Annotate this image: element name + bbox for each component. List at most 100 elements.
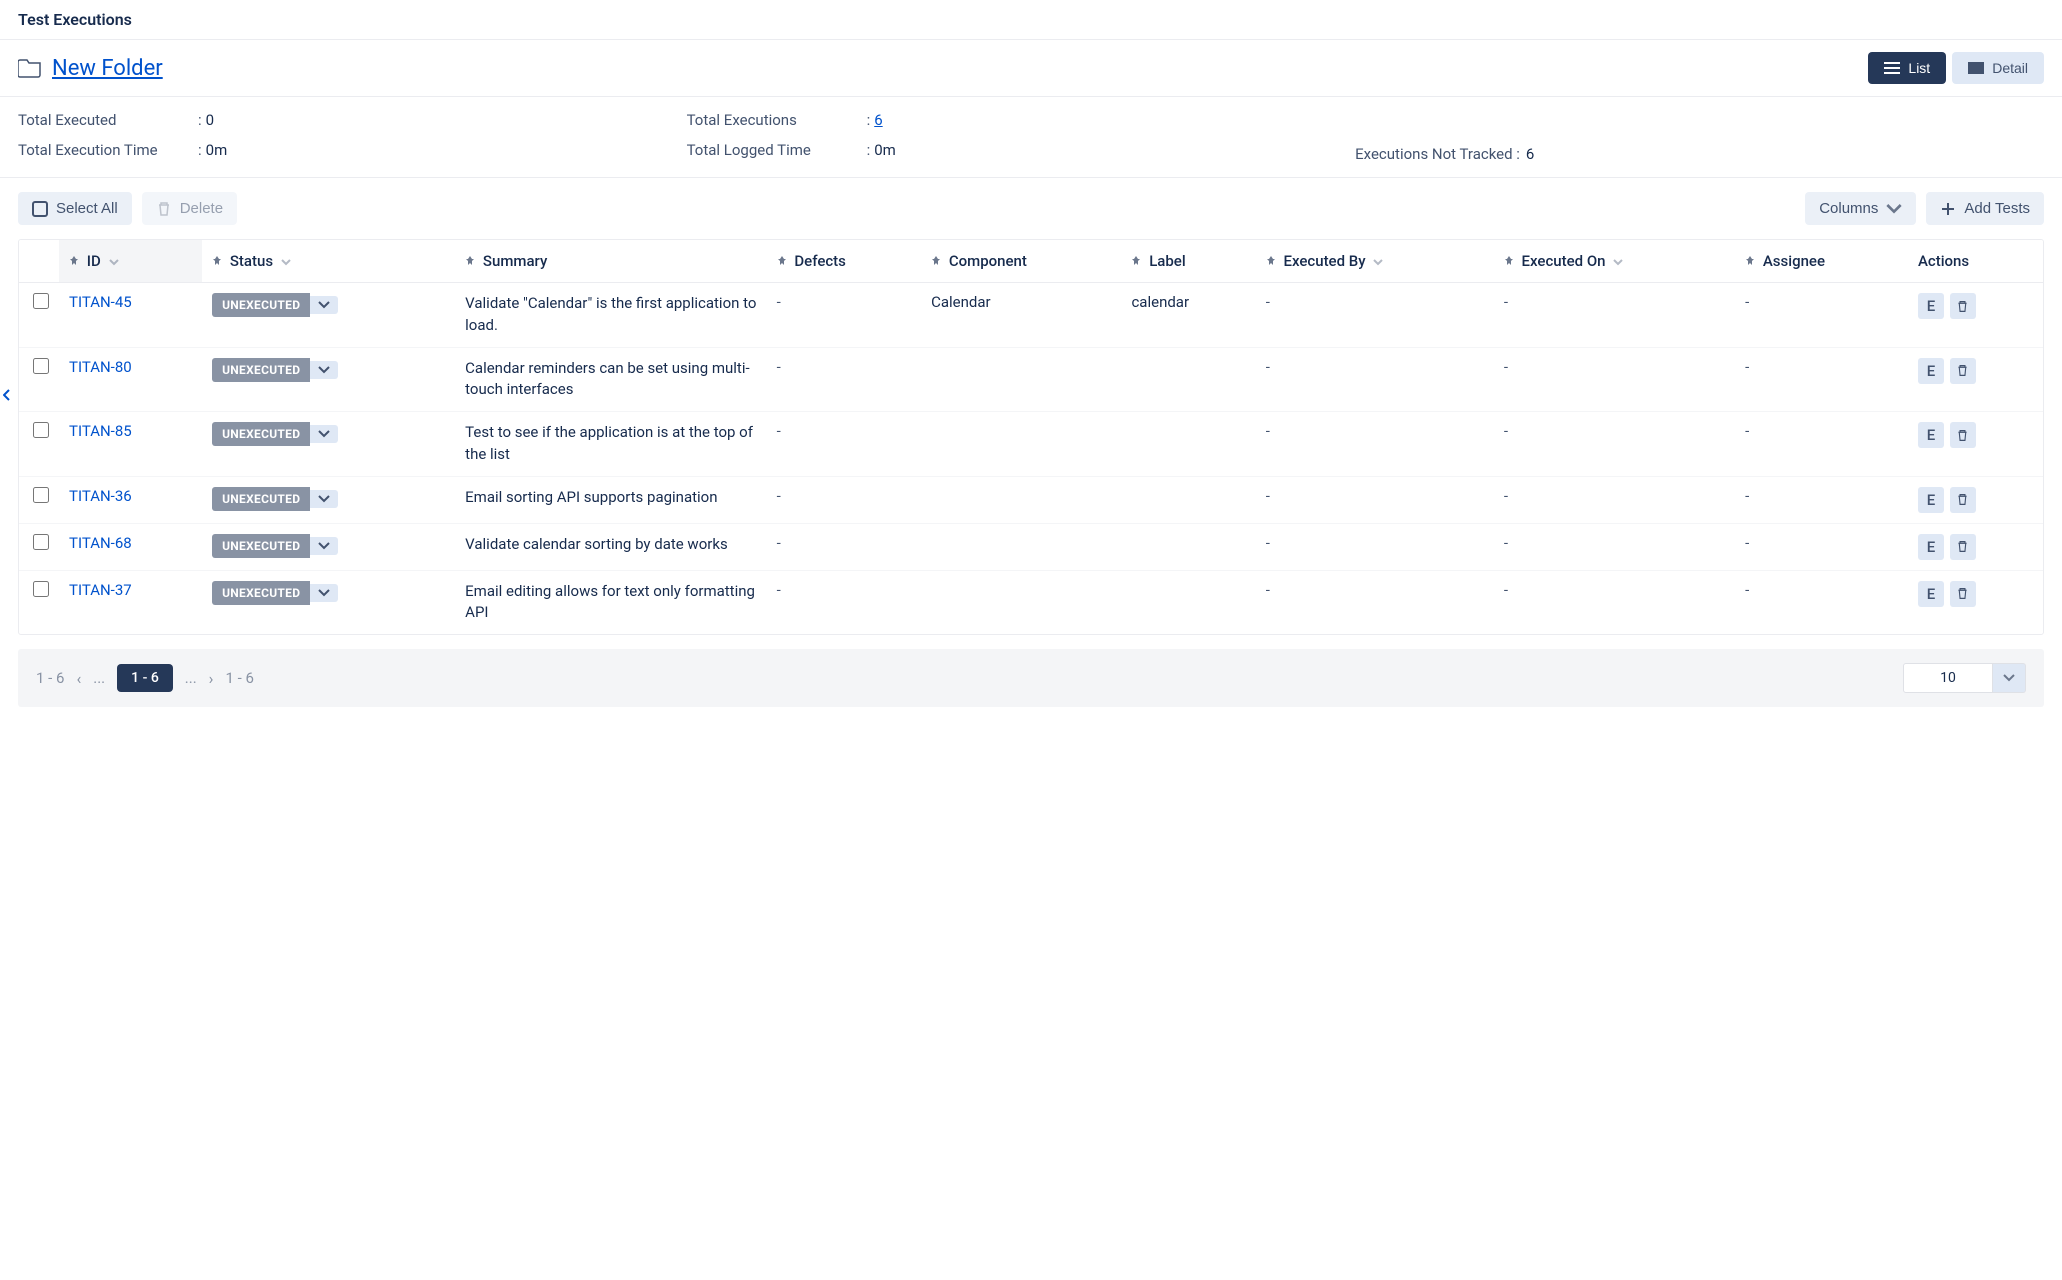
execute-action-button[interactable]: E — [1918, 487, 1944, 513]
test-id-link[interactable]: TITAN-80 — [69, 358, 132, 376]
execute-action-button[interactable]: E — [1918, 534, 1944, 560]
col-header-actions: Actions — [1908, 240, 2043, 283]
stat-label: Total Executed — [18, 111, 198, 129]
pin-icon — [1504, 256, 1514, 266]
delete-row-button[interactable] — [1950, 534, 1976, 560]
component-cell — [921, 570, 1121, 634]
pager-current-page[interactable]: 1 - 6 — [117, 664, 173, 692]
execute-action-button[interactable]: E — [1918, 358, 1944, 384]
select-all-label: Select All — [56, 200, 118, 217]
stat-value: 0 — [206, 111, 214, 129]
delete-row-button[interactable] — [1950, 358, 1976, 384]
col-header-assignee[interactable]: Assignee — [1735, 240, 1908, 283]
chevron-down-icon — [1886, 201, 1902, 217]
table-row: TITAN-36 UNEXECUTED Email sorting API su… — [19, 476, 2043, 523]
list-icon — [1884, 62, 1900, 74]
col-header-status[interactable]: Status — [202, 240, 455, 283]
trash-icon — [1956, 540, 1969, 553]
pager-prev-button[interactable]: ‹ — [76, 669, 81, 688]
status-dropdown[interactable] — [310, 296, 338, 314]
table-row: TITAN-85 UNEXECUTED Test to see if the a… — [19, 412, 2043, 477]
label-cell — [1121, 347, 1255, 412]
table-row: TITAN-80 UNEXECUTED Calendar reminders c… — [19, 347, 2043, 412]
row-checkbox[interactable] — [33, 534, 49, 550]
stat-total-execution-time: Total Execution Time : 0m — [18, 141, 687, 159]
chevron-down-icon — [318, 430, 330, 438]
executed-on-cell: - — [1494, 283, 1735, 348]
execute-action-button[interactable]: E — [1918, 422, 1944, 448]
col-header-summary[interactable]: Summary — [455, 240, 766, 283]
status-dropdown[interactable] — [310, 361, 338, 379]
page-size-value: 10 — [1903, 663, 1993, 693]
detail-view-button[interactable]: Detail — [1952, 52, 2044, 84]
defects-cell: - — [767, 347, 921, 412]
row-checkbox[interactable] — [33, 487, 49, 503]
row-checkbox[interactable] — [33, 581, 49, 597]
checkbox-icon — [32, 201, 48, 217]
col-header-label[interactable]: Label — [1121, 240, 1255, 283]
row-checkbox[interactable] — [33, 293, 49, 309]
trash-icon — [1956, 493, 1969, 506]
executed-on-cell: - — [1494, 523, 1735, 570]
executed-by-cell: - — [1256, 570, 1494, 634]
breadcrumb-folder-link[interactable]: New Folder — [52, 56, 163, 81]
test-id-link[interactable]: TITAN-36 — [69, 487, 132, 505]
trash-icon — [1956, 364, 1969, 377]
col-header-defects[interactable]: Defects — [767, 240, 921, 283]
summary-cell: Email sorting API supports pagination — [455, 476, 766, 523]
assignee-cell: - — [1735, 476, 1908, 523]
summary-cell: Validate calendar sorting by date works — [455, 523, 766, 570]
executed-by-cell: - — [1256, 476, 1494, 523]
test-id-link[interactable]: TITAN-68 — [69, 534, 132, 552]
label-cell: calendar — [1121, 283, 1255, 348]
execute-action-button[interactable]: E — [1918, 293, 1944, 319]
status-dropdown[interactable] — [310, 490, 338, 508]
defects-cell: - — [767, 412, 921, 477]
delete-row-button[interactable] — [1950, 487, 1976, 513]
execute-action-button[interactable]: E — [1918, 581, 1944, 607]
test-id-link[interactable]: TITAN-45 — [69, 293, 132, 311]
delete-row-button[interactable] — [1950, 293, 1976, 319]
test-id-link[interactable]: TITAN-85 — [69, 422, 132, 440]
stat-value: 6 — [1526, 145, 1534, 163]
page-title: Test Executions — [0, 0, 2062, 40]
list-view-button[interactable]: List — [1868, 52, 1946, 84]
row-checkbox[interactable] — [33, 358, 49, 374]
delete-row-button[interactable] — [1950, 581, 1976, 607]
test-id-link[interactable]: TITAN-37 — [69, 581, 132, 599]
collapse-sidebar-button[interactable] — [0, 380, 14, 410]
component-cell: Calendar — [921, 283, 1121, 348]
row-checkbox[interactable] — [33, 422, 49, 438]
summary-cell: Email editing allows for text only forma… — [455, 570, 766, 634]
col-header-executed-by[interactable]: Executed By — [1256, 240, 1494, 283]
status-dropdown[interactable] — [310, 584, 338, 602]
component-cell — [921, 523, 1121, 570]
label-cell — [1121, 523, 1255, 570]
executed-by-cell: - — [1256, 412, 1494, 477]
pager-range-total: 1 - 6 — [36, 669, 64, 687]
table-row: TITAN-68 UNEXECUTED Validate calendar so… — [19, 523, 2043, 570]
delete-button[interactable]: Delete — [142, 192, 237, 225]
detail-icon — [1968, 62, 1984, 74]
page-size-dropdown[interactable] — [1993, 663, 2026, 693]
chevron-down-icon — [2003, 674, 2015, 682]
assignee-cell: - — [1735, 570, 1908, 634]
component-cell — [921, 412, 1121, 477]
pager-next-button[interactable]: › — [209, 669, 214, 688]
col-header-component[interactable]: Component — [921, 240, 1121, 283]
stat-total-executions-link[interactable]: 6 — [874, 111, 882, 129]
stat-total-executions: Total Executions : 6 — [687, 111, 1356, 129]
executed-on-cell: - — [1494, 476, 1735, 523]
columns-button[interactable]: Columns — [1805, 192, 1916, 225]
detail-view-label: Detail — [1992, 60, 2028, 76]
col-header-executed-on[interactable]: Executed On — [1494, 240, 1735, 283]
status-dropdown[interactable] — [310, 425, 338, 443]
status-dropdown[interactable] — [310, 537, 338, 555]
select-all-button[interactable]: Select All — [18, 192, 132, 225]
executed-by-cell: - — [1256, 347, 1494, 412]
col-header-id[interactable]: ID — [59, 240, 202, 283]
chevron-down-icon — [1613, 257, 1623, 267]
add-tests-button[interactable]: Add Tests — [1926, 192, 2044, 225]
stats-row: Total Executed : 0 Total Execution Time … — [0, 97, 2062, 178]
delete-row-button[interactable] — [1950, 422, 1976, 448]
